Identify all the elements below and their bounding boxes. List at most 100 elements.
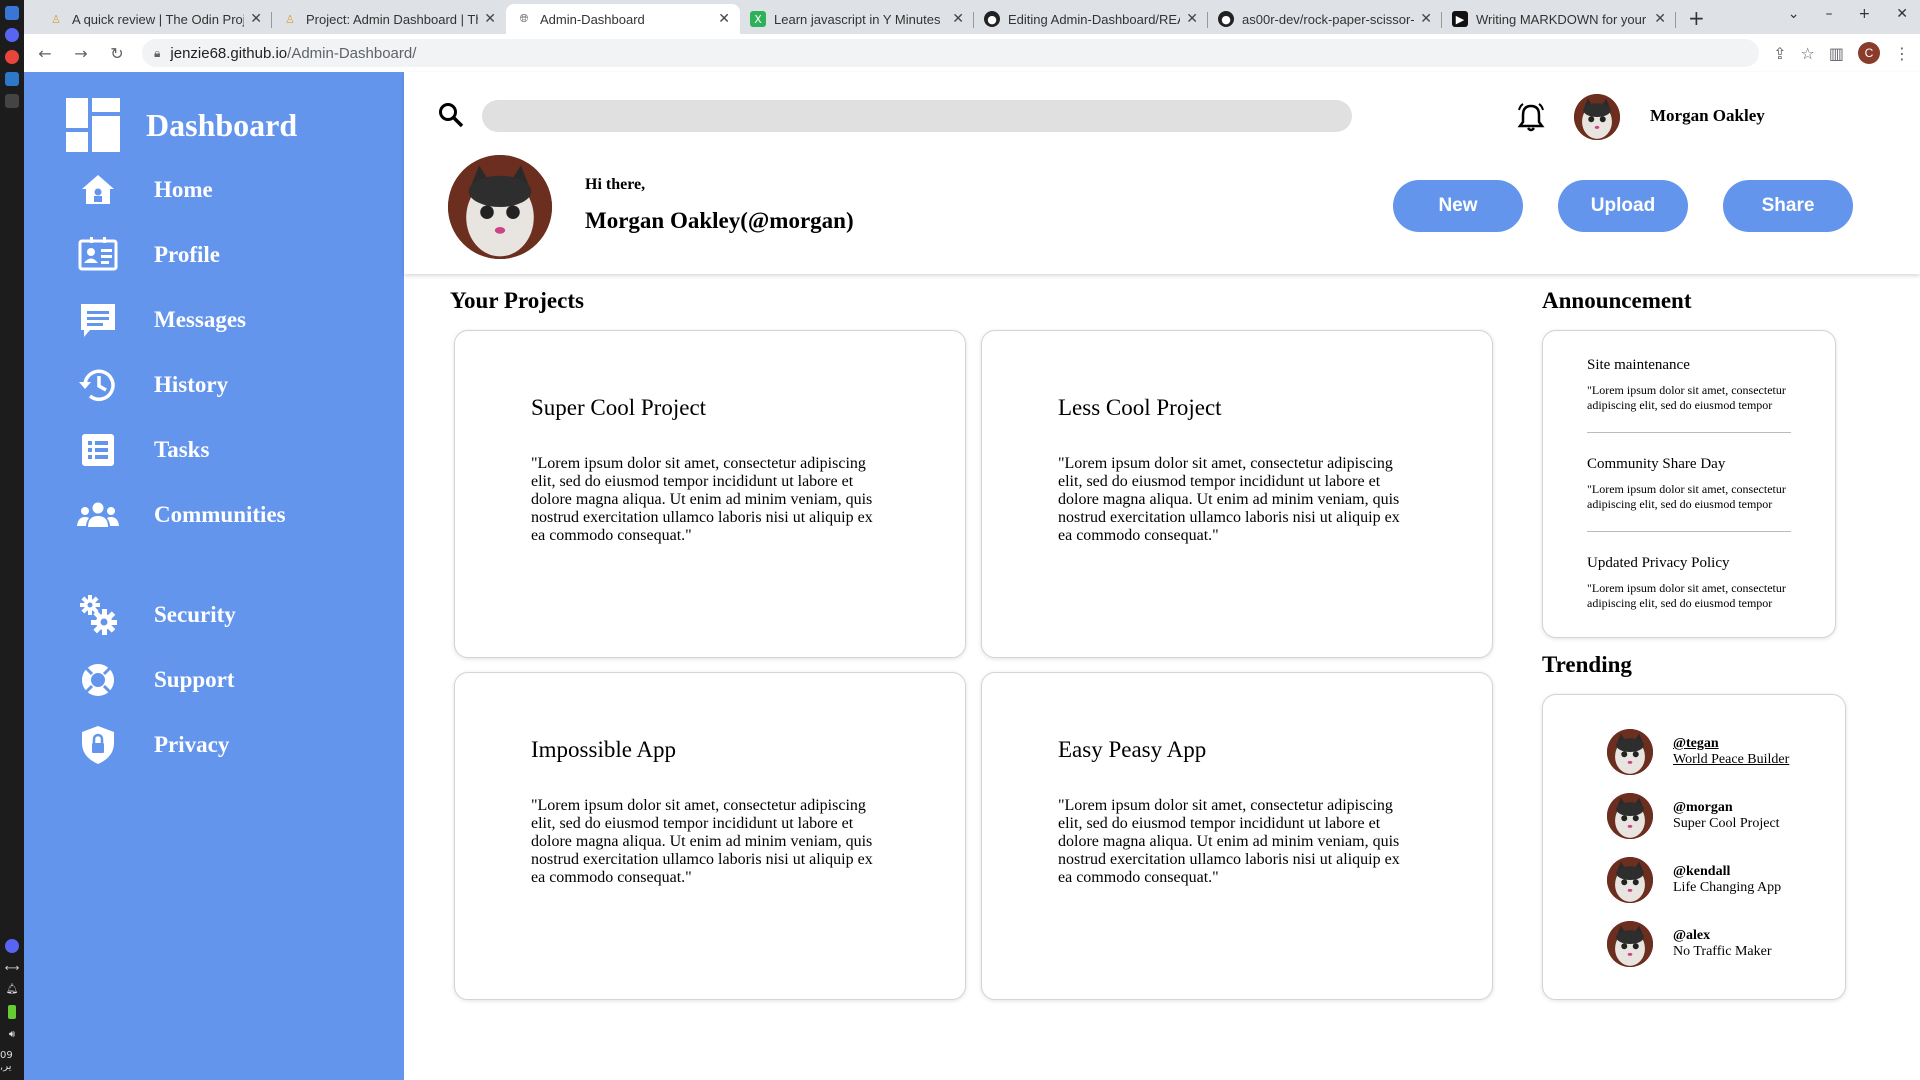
vscode-icon[interactable] xyxy=(5,72,19,86)
profile-avatar xyxy=(448,155,552,259)
message-icon xyxy=(81,304,115,337)
github-icon: ● xyxy=(1218,11,1234,27)
browser-tab[interactable]: X Learn javascript in Y Minutes ✕ xyxy=(740,4,974,34)
trending-item[interactable]: @kendall Life Changing App xyxy=(1607,857,1781,903)
close-icon[interactable]: ✕ xyxy=(1420,11,1432,27)
sidebar-item-tasks[interactable]: Tasks xyxy=(76,428,209,472)
bell-icon[interactable] xyxy=(1514,100,1548,134)
lock-icon[interactable]: 🔒︎ xyxy=(154,46,160,61)
announcement-item: Updated Privacy Policy "Lorem ipsum dolo… xyxy=(1587,555,1791,611)
chevron-down-icon[interactable]: ⌄ xyxy=(1788,6,1800,22)
kebab-menu-icon[interactable]: ⋮ xyxy=(1894,44,1910,63)
share-button[interactable]: Share xyxy=(1723,180,1853,232)
tab-strip: ♙ A quick review | The Odin Proje ✕ ♙ Pr… xyxy=(24,0,1920,34)
project-description: "Lorem ipsum dolor sit amet, consectetur… xyxy=(531,455,873,544)
announcement-item: Site maintenance "Lorem ipsum dolor sit … xyxy=(1587,357,1791,413)
network-icon[interactable]: ⟷ xyxy=(5,963,19,974)
communities-icon xyxy=(77,502,119,527)
os-taskbar: ⟷ 🔔︎ 🔊︎ 09 ,ير xyxy=(0,0,24,1080)
project-card[interactable]: Impossible App "Lorem ipsum dolor sit am… xyxy=(454,672,966,1000)
trending-item[interactable]: @alex No Traffic Maker xyxy=(1607,921,1772,967)
new-tab-icon[interactable]: + xyxy=(1688,6,1705,30)
user-fullname: Morgan Oakley(@morgan) xyxy=(585,208,854,233)
dashboard-logo-icon xyxy=(66,98,120,152)
history-icon xyxy=(79,369,115,402)
share-page-icon[interactable]: ⇪ xyxy=(1773,44,1786,63)
close-icon[interactable]: ✕ xyxy=(250,11,262,27)
trending-item[interactable]: @tegan World Peace Builder xyxy=(1607,729,1789,775)
notification-icon[interactable]: 🔔︎ xyxy=(6,984,19,995)
sidebar-item-messages[interactable]: Messages xyxy=(76,298,246,342)
sidebar-item-history[interactable]: History xyxy=(76,363,228,407)
minimize-icon[interactable]: – xyxy=(1826,6,1833,22)
chrome-icon[interactable] xyxy=(5,50,19,64)
avatar xyxy=(1607,793,1653,839)
project-card[interactable]: Easy Peasy App "Lorem ipsum dolor sit am… xyxy=(981,672,1493,1000)
close-icon[interactable]: ✕ xyxy=(952,11,964,27)
browser-tab[interactable]: ▶ Writing MARKDOWN for your G ✕ xyxy=(1442,4,1676,34)
trending-handle: @morgan xyxy=(1673,800,1733,815)
trending-handle[interactable]: @tegan xyxy=(1673,736,1789,752)
maximize-icon[interactable]: + xyxy=(1859,6,1871,22)
trending-project[interactable]: World Peace Builder xyxy=(1673,752,1789,768)
projects-heading: Your Projects xyxy=(450,288,584,313)
browser-tab[interactable]: ♙ Project: Admin Dashboard | Th ✕ xyxy=(272,4,506,34)
volume-icon[interactable]: 🔊︎ xyxy=(9,1029,15,1040)
close-icon[interactable]: ✕ xyxy=(718,11,730,27)
search-input[interactable] xyxy=(482,100,1352,132)
browser-tab[interactable]: ● as00r-dev/rock-paper-scissor-c ✕ xyxy=(1208,4,1442,34)
tab-title: Writing MARKDOWN for your G xyxy=(1476,11,1649,27)
side-panel-icon[interactable]: ▥ xyxy=(1829,44,1844,63)
project-card[interactable]: Super Cool Project "Lorem ipsum dolor si… xyxy=(454,330,966,658)
sidebar-item-profile[interactable]: Profile xyxy=(76,233,220,277)
announcement-text: "Lorem ipsum dolor sit amet, consectetur… xyxy=(1587,482,1786,511)
trending-project: Super Cool Project xyxy=(1673,816,1780,831)
bookmark-star-icon[interactable]: ☆ xyxy=(1801,44,1815,63)
avatar xyxy=(1607,921,1653,967)
project-description: "Lorem ipsum dolor sit amet, consectetur… xyxy=(1058,797,1400,886)
browser-tab[interactable]: ● Editing Admin-Dashboard/REA ✕ xyxy=(974,4,1208,34)
announcement-heading: Announcement xyxy=(1542,288,1692,313)
app-icon[interactable] xyxy=(5,6,19,20)
divider xyxy=(1587,432,1791,433)
url-field[interactable]: 🔒︎ jenzie68.github.io/Admin-Dashboard/ xyxy=(142,39,1760,67)
forward-icon[interactable]: → xyxy=(70,44,92,63)
profile-avatar-button[interactable]: C xyxy=(1858,42,1880,64)
trending-item[interactable]: @morgan Super Cool Project xyxy=(1607,793,1780,839)
sidebar-item-communities[interactable]: Communities xyxy=(76,493,286,537)
sidebar-item-security[interactable]: Security xyxy=(76,593,236,637)
close-icon[interactable]: ✕ xyxy=(1654,11,1666,27)
browser-tab[interactable]: ♙ A quick review | The Odin Proje ✕ xyxy=(38,4,272,34)
close-window-icon[interactable]: ✕ xyxy=(1896,6,1908,22)
close-icon[interactable]: ✕ xyxy=(484,11,496,27)
close-icon[interactable]: ✕ xyxy=(1186,11,1198,27)
sidebar-item-label: Privacy xyxy=(154,732,230,757)
search-icon[interactable] xyxy=(438,102,464,128)
back-icon[interactable]: ← xyxy=(34,44,56,63)
project-card[interactable]: Less Cool Project "Lorem ipsum dolor sit… xyxy=(981,330,1493,658)
tasks-icon xyxy=(82,434,114,466)
github-icon: ● xyxy=(984,11,1000,27)
announcement-text: "Lorem ipsum dolor sit amet, consectetur… xyxy=(1587,581,1786,610)
discord-icon[interactable] xyxy=(5,28,19,42)
browser-chrome: ♙ A quick review | The Odin Proje ✕ ♙ Pr… xyxy=(24,0,1920,72)
clock: 09 ,ير xyxy=(0,1050,13,1072)
new-button[interactable]: New xyxy=(1393,180,1523,232)
browser-tab-active[interactable]: 🌐︎ Admin-Dashboard ✕ xyxy=(506,4,740,34)
avatar[interactable] xyxy=(1574,94,1620,140)
dashboard-page: Dashboard Home Profile Messages History … xyxy=(24,72,1920,1080)
upload-button[interactable]: Upload xyxy=(1558,180,1688,232)
sidebar-item-privacy[interactable]: Privacy xyxy=(76,723,229,767)
discord-tray-icon[interactable] xyxy=(5,939,19,953)
divider xyxy=(1587,531,1791,532)
reload-icon[interactable]: ↻ xyxy=(106,44,128,63)
lifebuoy-icon xyxy=(82,664,114,696)
trending-handle: @alex xyxy=(1673,928,1711,943)
sidebar-item-support[interactable]: Support xyxy=(76,658,235,702)
project-title: Easy Peasy App xyxy=(1058,737,1207,762)
terminal-icon[interactable] xyxy=(5,94,19,108)
brand: Dashboard xyxy=(66,98,297,152)
sidebar-item-label: Home xyxy=(154,177,213,202)
trending-handle: @kendall xyxy=(1673,864,1731,879)
sidebar-item-home[interactable]: Home xyxy=(76,168,213,212)
